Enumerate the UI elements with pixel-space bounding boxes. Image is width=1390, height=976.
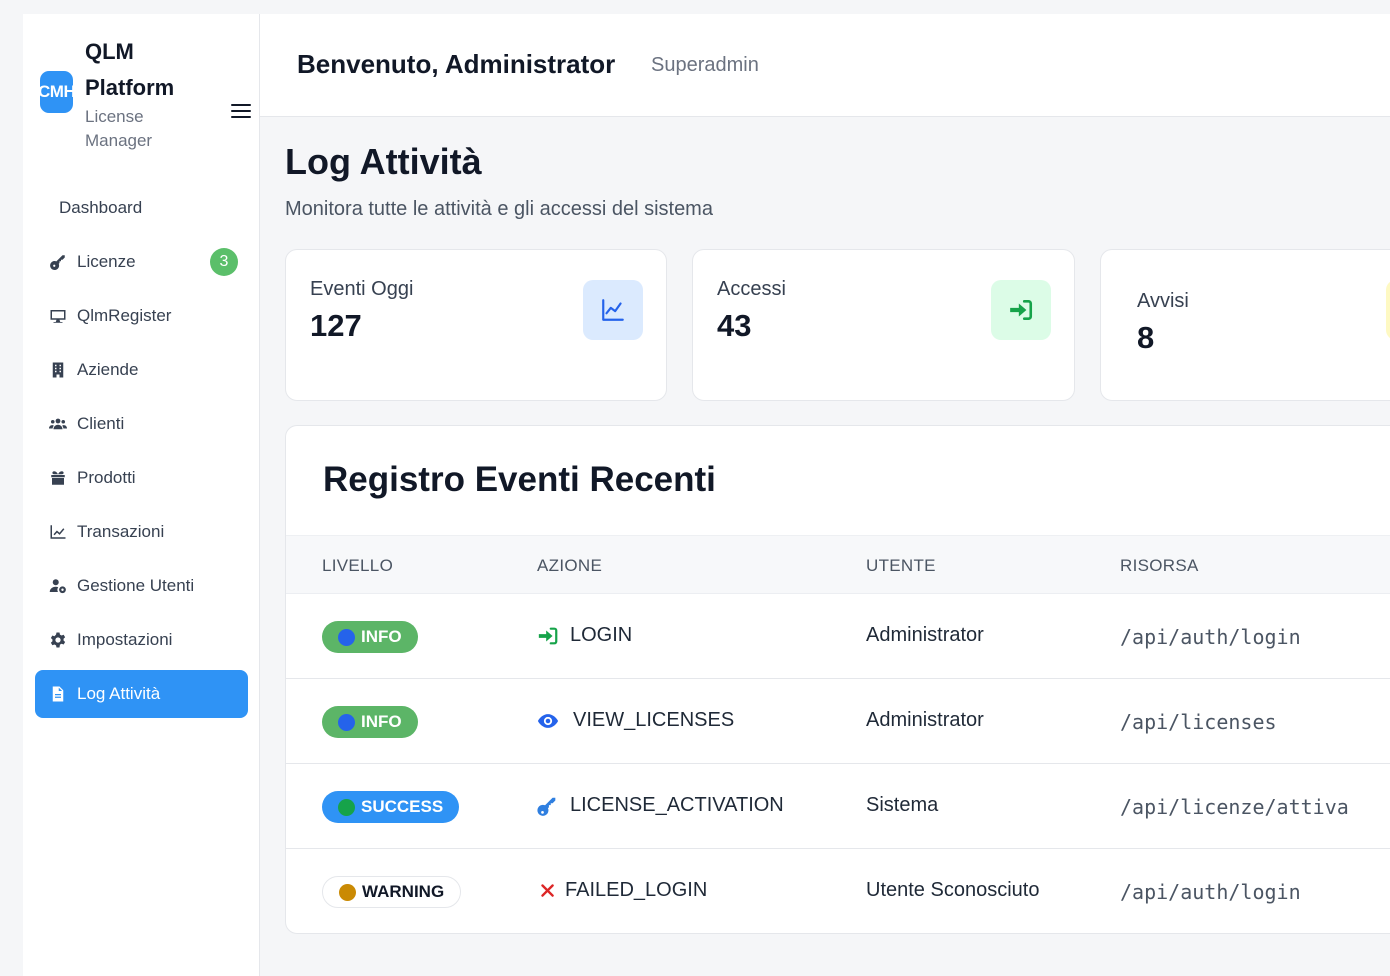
sidebar-item-label: Dashboard [59,198,143,217]
file-icon [47,683,69,705]
gear-icon [47,629,69,651]
resource-path: /api/auth/login [1120,625,1301,649]
licenze-count-badge: 3 [210,248,238,276]
stat-value: 8 [1137,320,1155,355]
user-name: Sistema [866,794,939,816]
column-header-risorsa: RISORSA [1120,556,1199,575]
table-row[interactable]: INFO LOGIN Administrator /api/auth/login [286,594,1390,679]
key-icon [47,251,69,273]
sidebar-item-qlmregister[interactable]: QlmRegister [35,292,248,340]
level-badge: INFO [322,706,418,738]
stat-card-avvisi: Avvisi 8 [1100,249,1390,401]
brand-subtitle: License Manager [85,107,153,150]
column-header-livello: LIVELLO [322,556,394,575]
users-icon [47,413,69,435]
level-dot [338,798,355,816]
user-name: Administrator [866,624,984,646]
sidebar-item-log-attivita[interactable]: Log Attività [35,670,248,718]
sidebar-item-clienti[interactable]: Clienti [35,400,248,448]
sidebar-item-dashboard[interactable]: Dashboard [35,184,248,232]
level-dot [338,628,355,646]
table-row[interactable]: INFO VIEW_LICENSES Administrator /api/li… [286,679,1390,764]
key-icon [537,795,561,819]
level-badge: INFO [322,621,418,653]
chart-line-icon [583,280,643,340]
level-dot [338,713,355,731]
sidebar-item-impostazioni[interactable]: Impostazioni [35,616,248,664]
sidebar-item-gestione-utenti[interactable]: Gestione Utenti [35,562,248,610]
resource-path: /api/auth/login [1120,880,1301,904]
table-header: LIVELLO AZIONE UTENTE RISORSA [286,535,1390,594]
column-header-utente: UTENTE [866,556,936,575]
stat-label: Accessi [717,278,786,300]
table-row[interactable]: WARNING FAILED_LOGIN Utente Sconosciuto … [286,849,1390,933]
page-title: Log Attività [285,141,482,182]
column-header-azione: AZIONE [537,556,603,575]
brand: CMH QLM Platform License Manager [40,34,251,154]
stat-label: Eventi Oggi [310,278,414,300]
level-label: INFO [361,627,402,646]
monitor-icon [47,305,69,327]
box-icon [47,467,69,489]
warning-icon [1386,280,1390,340]
user-name: Administrator [866,709,984,731]
sidebar-item-label: QlmRegister [77,306,172,325]
building-icon [47,359,69,381]
sidebar-item-aziende[interactable]: Aziende [35,346,248,394]
action-name: LICENSE_ACTIVATION [570,794,784,816]
sidebar-nav: Dashboard Licenze 3 QlmRegister Aziende … [35,184,248,724]
stat-card-eventi-oggi: Eventi Oggi 127 [285,249,667,401]
sidebar-item-prodotti[interactable]: Prodotti [35,454,248,502]
sidebar-item-label: Licenze [77,252,136,271]
level-badge: SUCCESS [322,791,460,823]
sidebar-item-label: Prodotti [77,468,136,487]
top-bar: Benvenuto, Administrator Superadmin [260,14,1390,117]
stat-value: 43 [717,308,752,343]
sign-in-icon [537,625,561,649]
resource-path: /api/licenses [1120,710,1277,734]
action-name: VIEW_LICENSES [573,709,735,731]
stat-value: 127 [310,308,362,343]
welcome-text: Benvenuto, Administrator [297,49,616,79]
sidebar-item-label: Transazioni [77,522,165,541]
stat-label: Avvisi [1137,290,1189,312]
level-dot [339,883,356,901]
sidebar-item-label: Gestione Utenti [77,576,195,595]
sidebar-item-transazioni[interactable]: Transazioni [35,508,248,556]
resource-path: /api/licenze/attiva [1120,795,1349,819]
close-icon [537,880,561,904]
level-label: WARNING [362,882,445,901]
users-cog-icon [47,575,69,597]
page-subtitle: Monitora tutte le attività e gli accessi… [285,198,713,220]
table-row[interactable]: SUCCESS LICENSE_ACTIVATION Sistema /api/… [286,764,1390,849]
events-title: Registro Eventi Recenti [323,460,716,499]
sidebar: CMH QLM Platform License Manager Dashboa… [23,14,260,976]
chart-line-icon [47,521,69,543]
action-name: LOGIN [570,624,633,646]
events-panel: Registro Eventi Recenti LIVELLO AZIONE U… [285,425,1390,934]
level-badge: WARNING [322,876,462,908]
user-name: Utente Sconosciuto [866,879,1040,901]
action-name: FAILED_LOGIN [565,879,708,901]
brand-logo: CMH [40,71,73,113]
sidebar-item-label: Clienti [77,414,125,433]
sign-in-icon [991,280,1051,340]
stat-card-accessi: Accessi 43 [692,249,1075,401]
user-role: Superadmin [651,54,759,76]
sidebar-item-label: Impostazioni [77,630,173,649]
level-label: SUCCESS [361,797,444,816]
sidebar-item-label: Aziende [77,360,139,379]
level-label: INFO [361,712,402,731]
hamburger-icon[interactable] [231,104,251,120]
sidebar-item-licenze[interactable]: Licenze 3 [35,238,248,286]
brand-title: QLM Platform [85,39,175,100]
sidebar-item-label: Log Attività [77,684,161,703]
eye-icon [537,710,561,734]
